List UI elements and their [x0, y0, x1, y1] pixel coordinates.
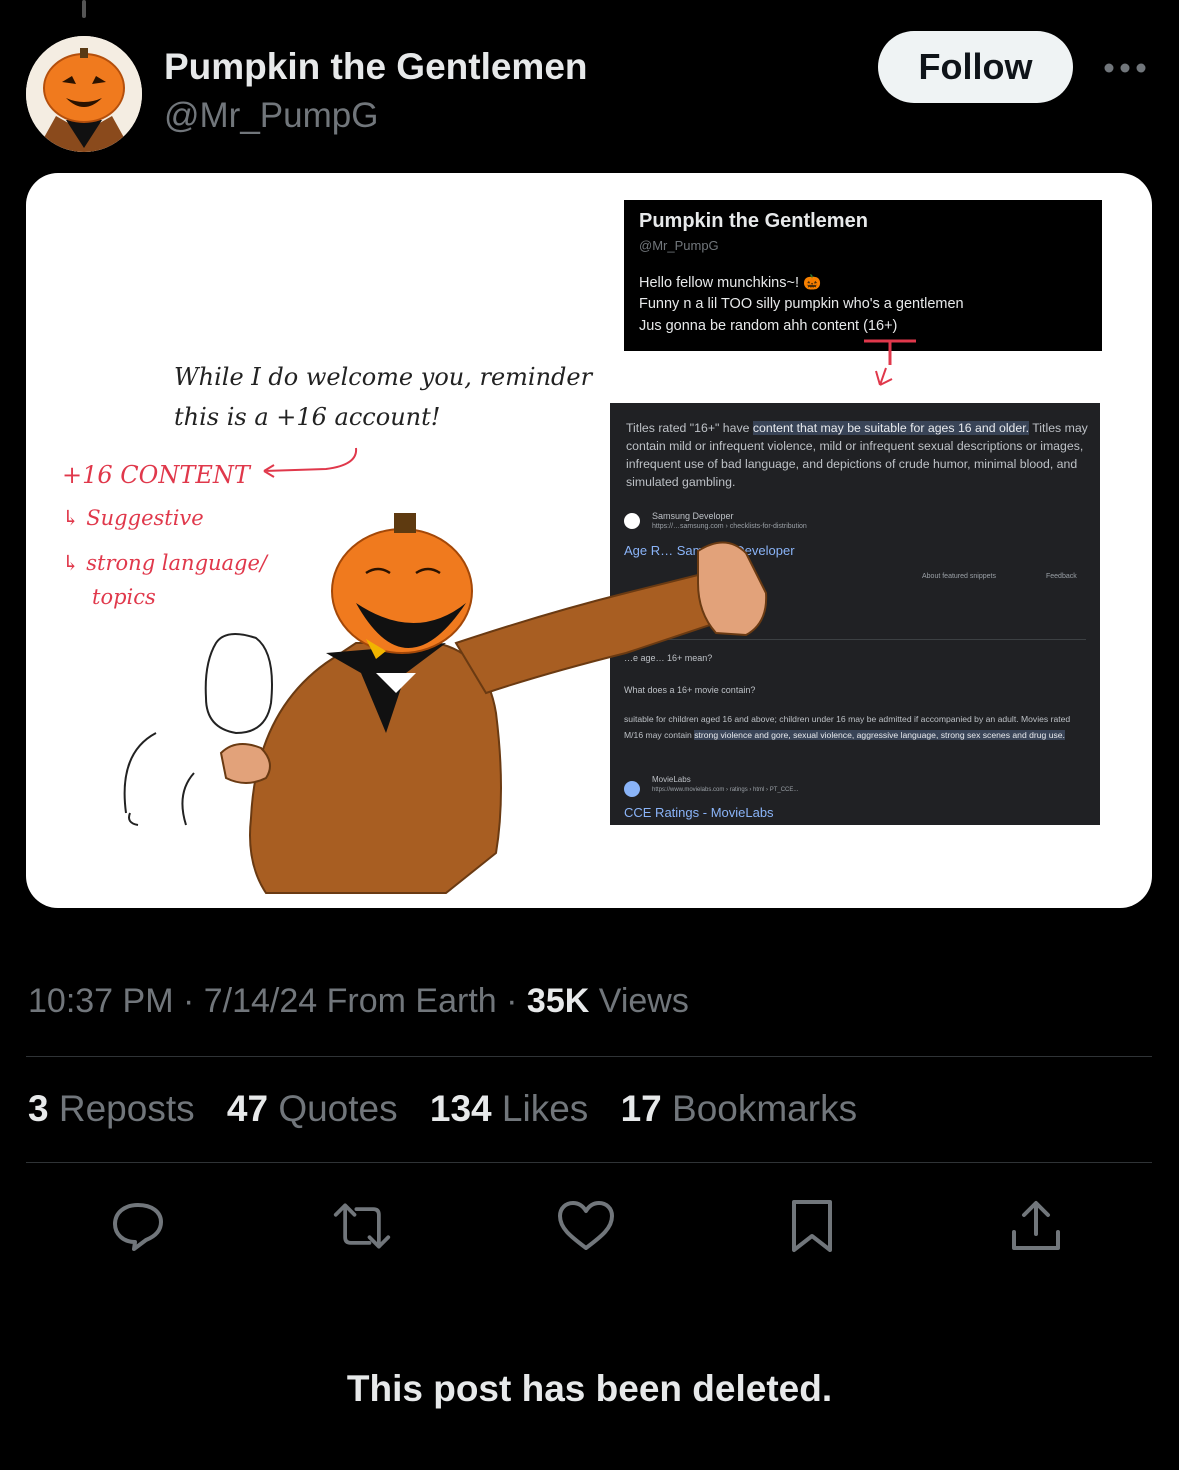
divider-top — [26, 1056, 1152, 1057]
post-date[interactable]: 7/14/24 — [204, 982, 317, 1020]
divider-bottom — [26, 1162, 1152, 1163]
likes-count: 134 — [429, 1088, 492, 1129]
reposts-stat[interactable]: 3 Reposts — [28, 1088, 195, 1129]
bookmarks-stat[interactable]: 17 Bookmarks — [621, 1088, 858, 1129]
bookmarks-count: 17 — [620, 1088, 662, 1129]
reposts-label: Reposts — [58, 1088, 195, 1129]
likes-stat[interactable]: 134 Likes — [430, 1088, 588, 1129]
post-time[interactable]: 10:37 PM — [28, 982, 174, 1020]
pumpkin-avatar-icon[interactable] — [26, 36, 142, 152]
follow-button[interactable]: Follow — [878, 31, 1073, 103]
more-dots-icon[interactable] — [1100, 48, 1150, 88]
pumpkin-gentleman-drawing — [123, 513, 768, 894]
like-icon[interactable] — [556, 1196, 616, 1256]
post-image[interactable]: Pumpkin the Gentlemen @Mr_PumpG Hello fe… — [26, 173, 1152, 908]
views-count: 35K — [526, 982, 590, 1020]
views-label: Views — [598, 982, 689, 1020]
reply-icon[interactable] — [108, 1196, 168, 1256]
post-location: From Earth — [326, 982, 497, 1020]
reposts-count: 3 — [28, 1088, 49, 1129]
post-meta: 10:37 PM · 7/14/24 From Earth · 35K View… — [28, 982, 689, 1020]
author-handle[interactable]: @Mr_PumpG — [164, 96, 378, 136]
quotes-count: 47 — [226, 1088, 269, 1129]
thread-connector-line — [82, 0, 86, 18]
share-icon[interactable] — [1006, 1196, 1066, 1256]
quotes-label: Quotes — [278, 1088, 398, 1129]
bookmark-icon[interactable] — [782, 1196, 842, 1256]
likes-label: Likes — [501, 1088, 589, 1129]
repost-icon[interactable] — [332, 1196, 392, 1256]
quotes-stat[interactable]: 47 Quotes — [227, 1088, 398, 1129]
bookmarks-label: Bookmarks — [672, 1088, 858, 1129]
deleted-notice: This post has been deleted. — [346, 1368, 833, 1409]
author-display-name[interactable]: Pumpkin the Gentlemen — [164, 46, 588, 88]
engagement-stats: 3 Reposts 47 Quotes 134 Likes 17 Bookmar… — [28, 1088, 879, 1130]
